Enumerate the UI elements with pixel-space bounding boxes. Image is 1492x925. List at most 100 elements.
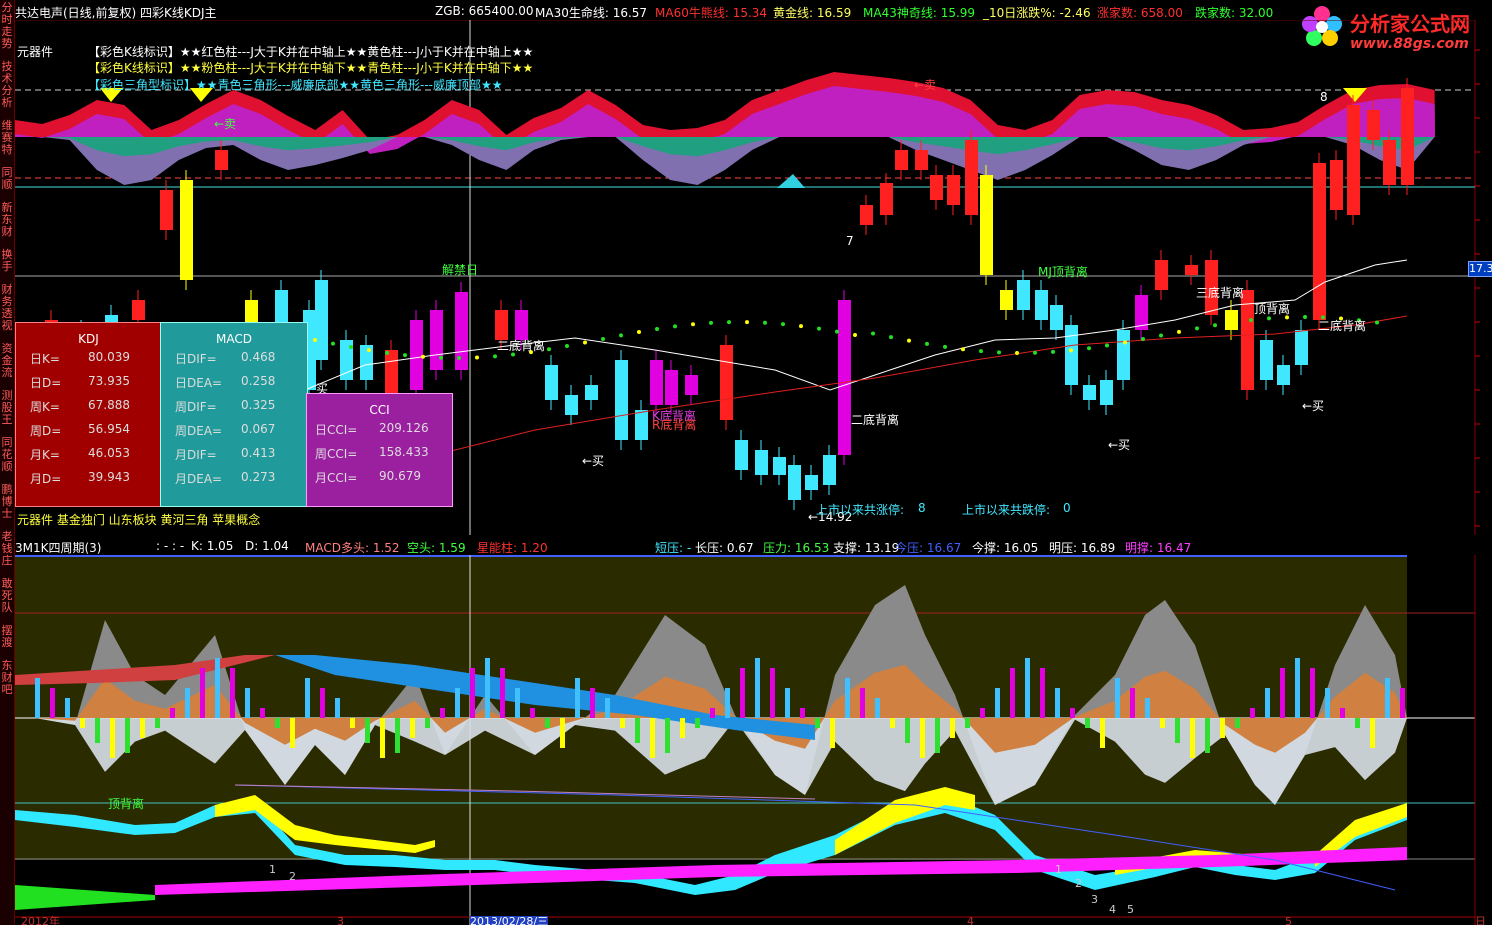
sidebar-tab-10[interactable]: 鹏博士 [0, 484, 14, 520]
energy-bar [1220, 718, 1225, 738]
pressure: 压力: 16.53 [763, 541, 830, 555]
cci-rows: 日CCI= 209.126 周CCI= 158.433 月CCI= 90.679 [307, 417, 452, 489]
sar-dot [745, 320, 749, 325]
sidebar-tab-7[interactable]: 资金流 [0, 343, 14, 379]
energy-bar [1370, 718, 1375, 748]
kdj-row: 月D= 39.943 [16, 466, 161, 490]
sidebar-tab-0[interactable]: 分时走势 [0, 2, 14, 50]
energy-bar [95, 718, 100, 743]
kdj-row: 周K= 67.888 [16, 394, 161, 418]
energy-bar [560, 718, 565, 748]
bottom-divergence-mid: 二底背离 [851, 413, 900, 427]
energy-bar [785, 688, 790, 718]
sar-dot [673, 324, 677, 329]
candle-body [635, 410, 648, 440]
candle-body [895, 150, 908, 170]
candle-body [735, 440, 748, 470]
energy-bar [740, 668, 745, 718]
candle-body [823, 455, 836, 485]
energy-bar [290, 718, 295, 748]
macd-label: 日DIF= [175, 352, 217, 366]
candle-body [1035, 290, 1048, 320]
sidebar-tab-12[interactable]: 敢死队 [0, 578, 14, 614]
sar-dot [655, 326, 659, 331]
sidebar-tab-1[interactable]: 技术分析 [0, 61, 14, 109]
candle-body [1295, 330, 1308, 365]
energy-bar [995, 688, 1000, 718]
cci-title: CCI [369, 403, 390, 417]
sar-dot [583, 340, 587, 345]
sidebar-tab-11[interactable]: 老钱庄 [0, 531, 14, 567]
energy-bar [860, 688, 865, 718]
sidebar-tab-6[interactable]: 财务透视 [0, 284, 14, 332]
limit-up-label: 上市以来共涨停: [816, 503, 905, 517]
macd-row: 月DEA= 0.273 [161, 466, 307, 490]
sar-dot [961, 347, 965, 352]
sidebar-tab-5[interactable]: 换手 [0, 249, 14, 273]
sar-dot [691, 322, 695, 327]
sar-dot [817, 326, 821, 331]
sar-dot [835, 329, 839, 334]
sar-dot [1087, 346, 1091, 351]
energy-bar [890, 718, 895, 728]
candle-body [947, 175, 960, 205]
energy-bar [1280, 668, 1285, 718]
industry-label: 元器件 [17, 45, 54, 59]
energy-bar [1130, 688, 1135, 718]
top-divergence-right: 顶背离 [1254, 302, 1291, 316]
macd-long: MACD多头: 1.52 [305, 541, 400, 555]
kdj-value: 73.935 [88, 374, 130, 388]
energy-bar [1310, 668, 1315, 718]
macd-value: 0.273 [241, 470, 276, 484]
macd-panel: MACD 日DIF= 0.468 日DEA= 0.258 周DIF= 0.325 周DEA=… [160, 322, 308, 507]
indicator-chart[interactable]: 121234 52012年 3 2013/02/28/三 4 5 日 [15, 555, 1492, 925]
energy-bar [530, 708, 535, 718]
energy-bar [125, 718, 130, 753]
sar-dot [1069, 348, 1073, 353]
candle-body [720, 345, 733, 420]
buy-mark-3: ←买 [1302, 399, 1325, 413]
energy-bar [455, 688, 460, 718]
bottom-divergence-1: 二底背离 [497, 339, 546, 353]
energy-bar [65, 698, 70, 718]
r-bottom-divergence: R底背离 [652, 418, 697, 432]
unlock-day-label: 解禁日 [442, 263, 479, 277]
sidebar-tab-14[interactable]: 东财吧 [0, 660, 14, 696]
sar-dot [925, 341, 929, 346]
macd-value: 0.325 [241, 398, 276, 412]
sar-dot [871, 331, 875, 336]
candle-body [1225, 310, 1238, 330]
candle-body [1367, 110, 1380, 140]
sidebar-tab-2[interactable]: 维赛特 [0, 120, 14, 156]
kdj-label: 月K= [30, 448, 60, 462]
sar-dot [547, 347, 551, 352]
wave-number: 5 [1127, 903, 1134, 916]
energy-bar [485, 658, 490, 718]
macd-label: 月DIF= [175, 448, 217, 462]
candle-body [1065, 325, 1078, 385]
sar-dot [457, 355, 461, 360]
sar-dot [1141, 337, 1145, 342]
kdj-row: 月K= 46.053 [16, 442, 161, 466]
sidebar-tab-4[interactable]: 新东财 [0, 202, 14, 238]
macd-short: 空头: 1.59 [407, 541, 466, 555]
sidebar-tab-8[interactable]: 测股王 [0, 390, 14, 426]
energy-bar [710, 708, 715, 718]
kdj-row: 日D= 73.935 [16, 370, 161, 394]
candle-body [1383, 140, 1396, 185]
sidebar-tab-3[interactable]: 同顺 [0, 167, 14, 191]
wave-number: 2 [1075, 877, 1082, 890]
axis-label: 5 [1285, 915, 1292, 925]
mark-7: 7 [846, 234, 854, 248]
bottom-divergence-right: 二底背离 [1318, 319, 1367, 333]
sar-dot [313, 338, 317, 342]
legend-line-2: 【彩色K线标识】★★粉色柱---J大于K并在中轴下★★青色柱---J小于K并在中… [88, 61, 534, 75]
candle-body [495, 310, 508, 340]
today-support: 今撑: 16.05 [972, 541, 1039, 555]
energy-bar [1100, 718, 1105, 748]
sidebar-tab-9[interactable]: 同花顺 [0, 437, 14, 473]
sidebar-tab-13[interactable]: 摆渡 [0, 625, 14, 649]
cci-panel: CCI 日CCI= 209.126 周CCI= 158.433 月CCI= 90.679 [306, 393, 453, 507]
sar-dot [403, 353, 407, 358]
ming-press: 明压: 16.89 [1049, 541, 1116, 555]
